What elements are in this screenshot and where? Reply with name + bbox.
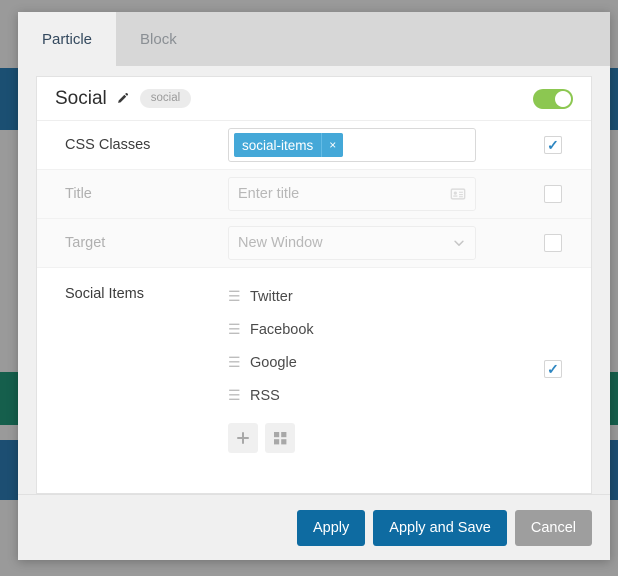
drag-handle-icon[interactable]: ☰ (228, 288, 248, 305)
social-items-label: Social Items (65, 286, 144, 302)
grid-icon[interactable] (265, 423, 295, 453)
id-card-icon[interactable] (450, 186, 466, 202)
css-classes-checkbox[interactable]: ✓ (544, 136, 562, 154)
title-field: Enter title (228, 177, 533, 211)
settings-panel: Social social CSS Classes social-items ×… (36, 76, 592, 494)
target-select[interactable]: New Window (228, 226, 476, 260)
title-input[interactable]: Enter title (228, 177, 476, 211)
cancel-button[interactable]: Cancel (514, 509, 592, 546)
list-item-label: Google (250, 354, 297, 371)
status-badge: social (139, 88, 192, 109)
tab-block-label: Block (140, 30, 177, 48)
drag-handle-icon[interactable]: ☰ (228, 387, 248, 404)
social-item-check-slot (533, 319, 573, 352)
row-target: Target New Window ✓ (37, 219, 591, 268)
social-item-check-slot: ✓ (533, 352, 573, 385)
drag-handle-icon[interactable]: ☰ (228, 321, 248, 338)
row-social-items: Social Items ☰ Twitter ☰ Facebook ☰ Goog… (37, 268, 591, 467)
css-classes-input[interactable]: social-items × (228, 128, 476, 162)
modal-tabbar: Particle Block (18, 12, 610, 66)
row-css-classes: CSS Classes social-items × ✓ (37, 121, 591, 170)
title-label: Title (65, 186, 92, 202)
tab-block[interactable]: Block (116, 12, 201, 66)
social-item-check-slot (533, 385, 573, 418)
list-item-label: Facebook (250, 321, 314, 338)
social-item-check-slot (533, 286, 573, 319)
social-items-checkbox[interactable]: ✓ (544, 359, 562, 378)
checkmark-icon: ✓ (547, 137, 559, 153)
tab-particle-label: Particle (42, 30, 93, 48)
apply-button[interactable]: Apply (297, 509, 366, 546)
list-item-label: Twitter (250, 288, 293, 305)
tabbar-filler (200, 12, 610, 66)
pencil-icon[interactable] (116, 92, 129, 105)
checkmark-icon: ✓ (547, 360, 559, 377)
title-placeholder: Enter title (238, 186, 300, 202)
chevron-down-icon[interactable] (452, 236, 466, 250)
css-classes-label: CSS Classes (65, 137, 151, 153)
enable-toggle[interactable] (533, 88, 573, 109)
particle-settings-modal: Particle Block Social social CSS Classes (18, 12, 610, 560)
drag-handle-icon[interactable]: ☰ (228, 354, 248, 371)
target-field: New Window (228, 226, 533, 260)
list-item-label: RSS (250, 387, 280, 404)
tab-particle[interactable]: Particle (18, 12, 117, 66)
toggle-knob (555, 90, 571, 107)
list-item[interactable]: ☰ RSS (228, 379, 533, 412)
modal-footer: Apply Apply and Save Cancel (18, 494, 610, 560)
target-value: New Window (238, 235, 323, 251)
css-classes-field: social-items × (228, 128, 533, 162)
css-class-tag[interactable]: social-items × (234, 133, 344, 157)
title-checkbox[interactable]: ✓ (544, 185, 562, 203)
social-items-buttons (228, 423, 533, 453)
list-item[interactable]: ☰ Twitter (228, 280, 533, 313)
apply-and-save-button[interactable]: Apply and Save (373, 509, 507, 546)
social-items-check-col: ✓ (533, 280, 573, 418)
target-checkbox[interactable]: ✓ (544, 234, 562, 252)
close-icon[interactable]: × (321, 133, 343, 157)
social-items-field: ☰ Twitter ☰ Facebook ☰ Google ☰ RSS (228, 280, 533, 453)
add-item-button[interactable] (228, 423, 258, 453)
list-item[interactable]: ☰ Google (228, 346, 533, 379)
title-check-wrap: ✓ (533, 185, 573, 203)
modal-body: Social social CSS Classes social-items ×… (18, 66, 610, 494)
row-title: Title Enter title (37, 170, 591, 219)
panel-header: Social social (37, 77, 591, 121)
target-label: Target (65, 235, 106, 251)
css-classes-check-wrap: ✓ (533, 136, 573, 154)
css-class-tag-label: social-items (242, 137, 314, 153)
page-title: Social (55, 87, 107, 109)
social-items-list: ☰ Twitter ☰ Facebook ☰ Google ☰ RSS (228, 280, 533, 412)
list-item[interactable]: ☰ Facebook (228, 313, 533, 346)
target-check-wrap: ✓ (533, 234, 573, 252)
